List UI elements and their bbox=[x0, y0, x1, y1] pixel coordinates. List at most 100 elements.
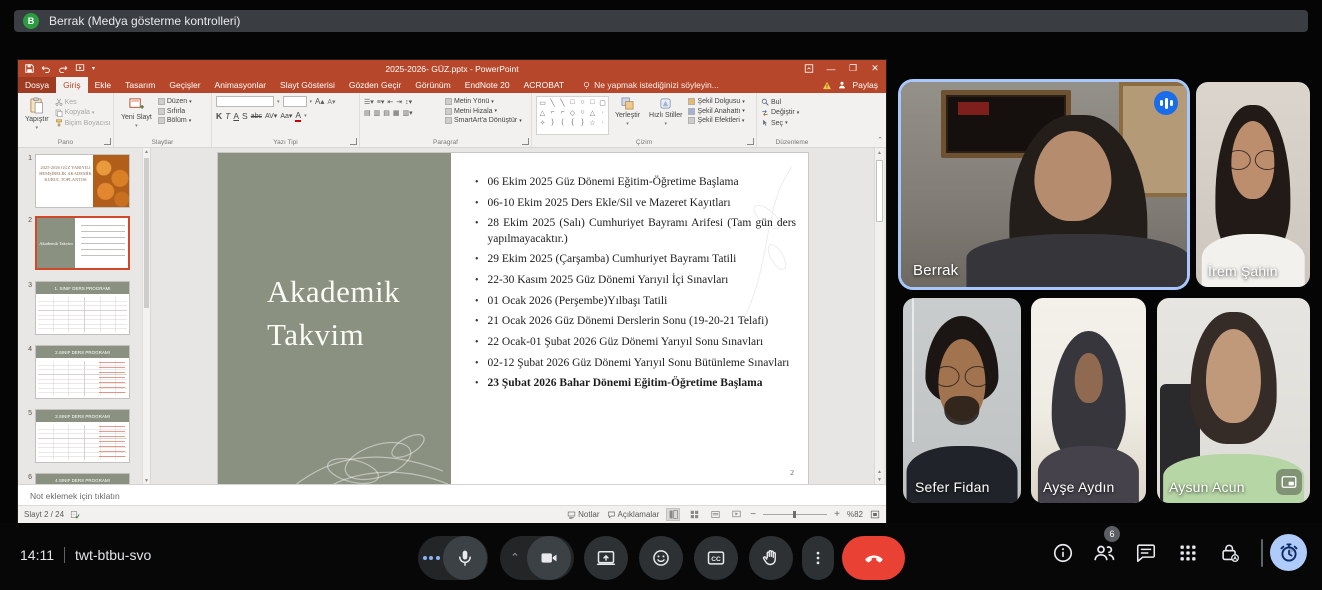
numbering-button[interactable]: ≡▾ bbox=[377, 98, 385, 106]
thumbnail-scrollbar[interactable]: ▲ ▼ bbox=[142, 148, 150, 485]
chevron-up-icon[interactable]: ⌃ bbox=[503, 551, 527, 564]
shape-fill-button[interactable]: Şekil Dolgusu ▾ bbox=[688, 98, 744, 105]
copy-button[interactable]: Kopyala ▾ bbox=[55, 109, 111, 117]
underline-button[interactable]: A bbox=[233, 111, 239, 121]
italic-button[interactable]: T bbox=[225, 111, 230, 121]
zoom-slider[interactable] bbox=[763, 514, 827, 515]
camera-button[interactable]: ⌃ bbox=[500, 536, 574, 580]
tab-ekle[interactable]: Ekle bbox=[88, 77, 119, 93]
warning-icon[interactable] bbox=[822, 81, 832, 90]
picture-in-picture-icon[interactable] bbox=[1276, 469, 1302, 495]
tab-slayt-gosterisi[interactable]: Slayt Gösterisi bbox=[273, 77, 342, 93]
customize-qat-icon[interactable]: ▾ bbox=[92, 65, 95, 72]
share-button[interactable]: Paylaş bbox=[852, 80, 878, 90]
find-button[interactable]: Bul bbox=[761, 98, 799, 106]
activities-button[interactable] bbox=[1176, 541, 1200, 565]
decrease-font-icon[interactable]: A▾ bbox=[327, 98, 335, 106]
shapes-gallery[interactable]: ▭╲╲□○□▢ △⌐⌐◇○△· ✧)({}☆· bbox=[536, 96, 609, 135]
meeting-details-button[interactable] bbox=[1051, 541, 1075, 565]
arrange-button[interactable]: Yerleştir▾ bbox=[612, 96, 643, 135]
thumbnail-slide-4[interactable]: 4 2.SINIF DERS PROGRAMI bbox=[24, 345, 130, 399]
paragraf-dialog-launcher[interactable] bbox=[522, 138, 529, 145]
redo-icon[interactable] bbox=[58, 64, 68, 73]
font-name-box[interactable] bbox=[216, 96, 274, 107]
ribbon-display-options-icon[interactable] bbox=[798, 60, 820, 77]
shape-effects-button[interactable]: Şekil Efektleri ▾ bbox=[688, 117, 744, 124]
select-button[interactable]: Seç ▾ bbox=[761, 119, 799, 127]
captions-button[interactable]: CC bbox=[694, 536, 738, 580]
quick-styles-button[interactable]: Hızlı Stiller▾ bbox=[646, 96, 685, 135]
cizim-dialog-launcher[interactable] bbox=[747, 138, 754, 145]
pano-dialog-launcher[interactable] bbox=[104, 138, 111, 145]
align-left-button[interactable]: ▤ bbox=[364, 109, 371, 117]
thumbnail-slide-1[interactable]: 1 2025-2026 GÜZ YARIYILI HEMŞİRELİK AKAD… bbox=[24, 154, 130, 208]
start-slideshow-icon[interactable] bbox=[75, 64, 85, 73]
timer-addon-button[interactable] bbox=[1270, 534, 1307, 571]
tab-giris[interactable]: Giriş bbox=[56, 77, 87, 93]
microphone-button[interactable] bbox=[418, 536, 488, 580]
tab-gorunum[interactable]: Görünüm bbox=[408, 77, 457, 93]
cut-button[interactable]: Kes bbox=[55, 98, 111, 106]
tab-gozden-gecir[interactable]: Gözden Geçir bbox=[342, 77, 408, 93]
slide-scrollbar[interactable]: ▲ ▲▼ bbox=[874, 148, 884, 485]
tab-endnote[interactable]: EndNote 20 bbox=[458, 77, 517, 93]
align-center-button[interactable]: ▥ bbox=[374, 109, 381, 117]
indent-increase-button[interactable]: ⇥ bbox=[396, 98, 402, 106]
replace-button[interactable]: Değiştir ▾ bbox=[761, 109, 799, 117]
strikethrough-button[interactable]: abc bbox=[251, 113, 262, 120]
thumbnail-slide-3[interactable]: 3 1. SINIF DERS PROGRAMI bbox=[24, 281, 130, 335]
shape-outline-button[interactable]: Şekil Anahattı ▾ bbox=[688, 108, 744, 115]
bold-button[interactable]: K bbox=[216, 111, 222, 121]
align-right-button[interactable]: ▤ bbox=[383, 109, 390, 117]
next-slide-icon[interactable]: ▼ bbox=[877, 477, 882, 483]
character-spacing-button[interactable]: AV▾ bbox=[265, 112, 277, 120]
participant-tile-aysun-acun[interactable]: Aysun Acun bbox=[1157, 298, 1310, 503]
bullets-button[interactable]: ☰▾ bbox=[364, 98, 374, 106]
collapse-ribbon-icon[interactable]: ⌃ bbox=[877, 136, 883, 144]
text-direction-button[interactable]: Metin Yönü ▾ bbox=[445, 98, 522, 105]
comments-toggle-button[interactable]: Açıklamalar bbox=[607, 510, 660, 519]
previous-slide-icon[interactable]: ▲ bbox=[877, 469, 882, 475]
chat-button[interactable] bbox=[1134, 541, 1158, 565]
justify-button[interactable]: ▦ bbox=[393, 109, 400, 117]
thumbnail-slide-2-selected[interactable]: 2 Akademik Takvim bbox=[24, 216, 130, 270]
raise-hand-button[interactable] bbox=[749, 536, 793, 580]
save-icon[interactable] bbox=[25, 64, 34, 73]
more-options-button[interactable] bbox=[802, 536, 834, 580]
participant-tile-irem-sahin[interactable]: İrem Şahin bbox=[1196, 82, 1310, 287]
change-case-button[interactable]: Aa▾ bbox=[280, 112, 292, 120]
reset-button[interactable]: Sıfırla bbox=[158, 108, 192, 115]
line-spacing-button[interactable]: ↕▾ bbox=[405, 98, 412, 106]
minimize-button[interactable]: — bbox=[820, 60, 842, 77]
tab-animasyonlar[interactable]: Animasyonlar bbox=[208, 77, 274, 93]
slideshow-view-button[interactable] bbox=[729, 508, 743, 521]
fit-to-window-icon[interactable] bbox=[870, 510, 880, 519]
spell-check-icon[interactable] bbox=[70, 510, 80, 519]
zoom-out-button[interactable]: − bbox=[750, 509, 756, 520]
reading-view-button[interactable] bbox=[708, 508, 722, 521]
increase-font-icon[interactable]: A▴ bbox=[315, 97, 324, 106]
align-text-button[interactable]: Metni Hizala ▾ bbox=[445, 108, 522, 115]
paste-button[interactable]: Yapıştır▾ bbox=[22, 96, 52, 135]
smartart-button[interactable]: SmartArt'a Dönüştür ▾ bbox=[445, 117, 522, 124]
yazi-tipi-dialog-launcher[interactable] bbox=[350, 138, 357, 145]
tab-dosya[interactable]: Dosya bbox=[18, 77, 56, 93]
participant-tile-ayse-aydin[interactable]: Ayşe Aydın bbox=[1031, 298, 1146, 503]
close-button[interactable]: ✕ bbox=[864, 60, 886, 77]
shadow-button[interactable]: S bbox=[242, 111, 248, 121]
columns-button[interactable]: ▥▾ bbox=[403, 109, 413, 117]
tell-me-box[interactable]: Ne yapmak istediğinizi söyleyin... bbox=[583, 77, 719, 93]
thumbnail-slide-5[interactable]: 5 3.SINIF DERS PROGRAMI bbox=[24, 409, 130, 463]
notes-toggle-button[interactable]: Notlar bbox=[567, 510, 599, 519]
tab-acrobat[interactable]: ACROBAT bbox=[517, 77, 571, 93]
undo-icon[interactable] bbox=[41, 64, 51, 73]
layout-button[interactable]: Düzen ▾ bbox=[158, 98, 192, 105]
tab-tasarim[interactable]: Tasarım bbox=[118, 77, 162, 93]
host-controls-button[interactable] bbox=[1218, 541, 1242, 565]
show-everyone-button[interactable] bbox=[1092, 541, 1116, 565]
zoom-in-button[interactable]: + bbox=[834, 509, 840, 520]
section-button[interactable]: Bölüm ▾ bbox=[158, 117, 192, 124]
notes-bar[interactable]: Not eklemek için tıklatın bbox=[18, 484, 886, 506]
font-color-button[interactable]: A bbox=[295, 111, 301, 122]
new-slide-button[interactable]: Yeni Slayt▾ bbox=[118, 96, 155, 135]
